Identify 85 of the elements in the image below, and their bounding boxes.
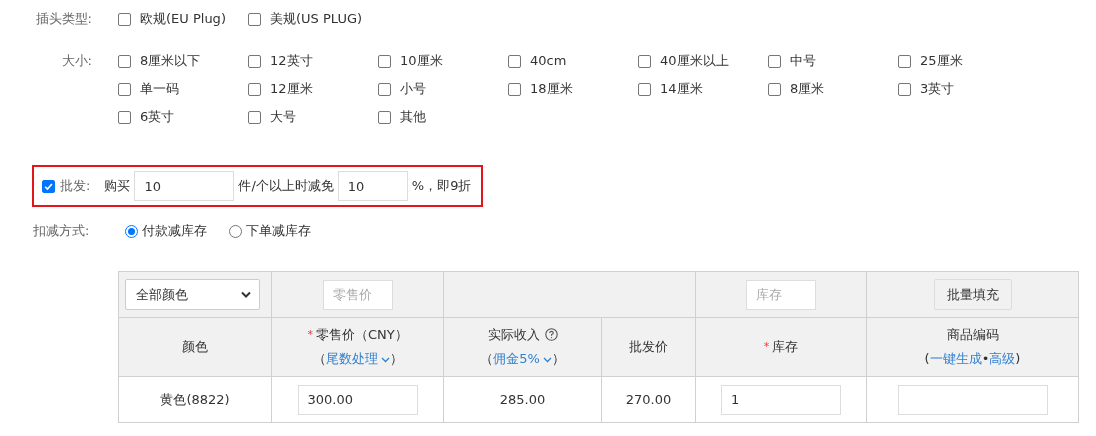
table-cell: 黄色(8822) xyxy=(160,391,230,407)
parenthesis-text: ） xyxy=(551,351,565,366)
checkbox[interactable] xyxy=(248,82,261,96)
table-cell: 270.00 xyxy=(625,392,672,407)
field-label: %，即9折 xyxy=(411,177,472,195)
field-label: 批发: xyxy=(60,177,91,195)
option-label: 25厘米 xyxy=(920,52,963,70)
option-label: 付款减库存 xyxy=(142,222,207,240)
column-header: 批发价 xyxy=(629,339,668,354)
radio-button[interactable] xyxy=(229,224,242,238)
field-label: 大小: xyxy=(60,52,92,70)
option-label: 12厘米 xyxy=(270,80,313,98)
option-label: 小号 xyxy=(400,80,426,98)
option-label: 3英寸 xyxy=(920,80,955,98)
checkbox[interactable] xyxy=(248,54,261,68)
column-header: 颜色 xyxy=(182,339,208,354)
required-mark: * xyxy=(307,328,313,341)
checkbox[interactable] xyxy=(118,54,131,68)
parenthesis-text: ） xyxy=(389,351,403,366)
batch-fill-button[interactable]: 批量填充 xyxy=(933,279,1012,310)
checkbox[interactable] xyxy=(118,110,131,124)
option-label: 大号 xyxy=(270,108,296,126)
option-label: 单一码 xyxy=(140,80,179,98)
option-label: 中号 xyxy=(790,52,816,70)
stock-input[interactable]: 库存 xyxy=(746,279,816,310)
checkbox[interactable] xyxy=(508,54,521,68)
option-label: 8厘米 xyxy=(790,80,825,98)
parenthesis-text: （ xyxy=(312,351,326,366)
checkbox[interactable] xyxy=(898,54,911,68)
option-label: 美规(US PLUG) xyxy=(270,10,363,28)
column-header: 实际收入 xyxy=(487,327,540,342)
checkbox[interactable] xyxy=(248,12,261,26)
dropdown-link[interactable]: 尾数处理 xyxy=(325,351,390,366)
checkbox[interactable] xyxy=(378,54,391,68)
option-label: 6英寸 xyxy=(140,108,175,126)
option-label: 欧规(EU Plug) xyxy=(140,10,226,28)
checkbox[interactable] xyxy=(42,179,55,193)
required-mark: * xyxy=(763,340,770,353)
checkbox[interactable] xyxy=(118,12,131,26)
checkbox[interactable] xyxy=(898,82,911,96)
option-label: 其他 xyxy=(400,108,426,126)
checkbox[interactable] xyxy=(378,110,391,124)
color-select[interactable]: 全部颜色 xyxy=(125,279,260,310)
field-label: 购买 xyxy=(104,177,131,195)
column-header: 库存 xyxy=(772,339,799,354)
product-code-input[interactable] xyxy=(897,384,1048,415)
retail-price-input[interactable]: 零售价 xyxy=(322,279,393,310)
parenthesis-text: ) xyxy=(1015,351,1021,366)
checkbox[interactable] xyxy=(638,82,651,96)
column-header: 商品编码 xyxy=(946,327,999,342)
chevron-down-icon xyxy=(542,357,552,363)
checkbox[interactable] xyxy=(638,54,651,68)
option-label: 下单减库存 xyxy=(246,222,311,240)
table-cell: 285.00 xyxy=(499,392,546,407)
option-label: 12英寸 xyxy=(270,52,313,70)
option-label: 10厘米 xyxy=(400,52,443,70)
option-label: 40cm xyxy=(530,52,567,70)
quantity-input[interactable]: 10 xyxy=(134,171,235,201)
field-label: 件/个以上时减免 xyxy=(238,177,334,195)
checkbox[interactable] xyxy=(248,110,261,124)
parenthesis-text: • xyxy=(981,351,990,366)
checkbox[interactable] xyxy=(768,82,781,96)
link[interactable]: 一键生成 xyxy=(929,351,982,366)
chevron-down-icon xyxy=(241,291,251,298)
parenthesis-text: ( xyxy=(924,351,930,366)
parenthesis-text: （ xyxy=(480,351,494,366)
percent-input[interactable]: 10 xyxy=(337,171,408,201)
help-icon[interactable] xyxy=(544,328,558,341)
checkbox[interactable] xyxy=(118,82,131,96)
field-label: 插头类型: xyxy=(34,10,92,28)
option-label: 40厘米以上 xyxy=(660,52,729,70)
checkbox[interactable] xyxy=(378,82,391,96)
column-header: 零售价（CNY） xyxy=(315,327,408,342)
retail-price-input[interactable]: 300.00 xyxy=(297,384,418,415)
stock-input[interactable]: 1 xyxy=(721,384,841,415)
dropdown-link[interactable]: 佣金5% xyxy=(493,351,552,366)
option-label: 14厘米 xyxy=(660,80,703,98)
checkbox[interactable] xyxy=(508,82,521,96)
option-label: 18厘米 xyxy=(530,80,573,98)
option-label: 8厘米以下 xyxy=(140,52,201,70)
link[interactable]: 高级 xyxy=(989,351,1016,366)
checkbox[interactable] xyxy=(768,54,781,68)
field-label: 扣减方式: xyxy=(32,222,91,240)
radio-button[interactable] xyxy=(125,224,138,238)
chevron-down-icon xyxy=(380,357,390,363)
